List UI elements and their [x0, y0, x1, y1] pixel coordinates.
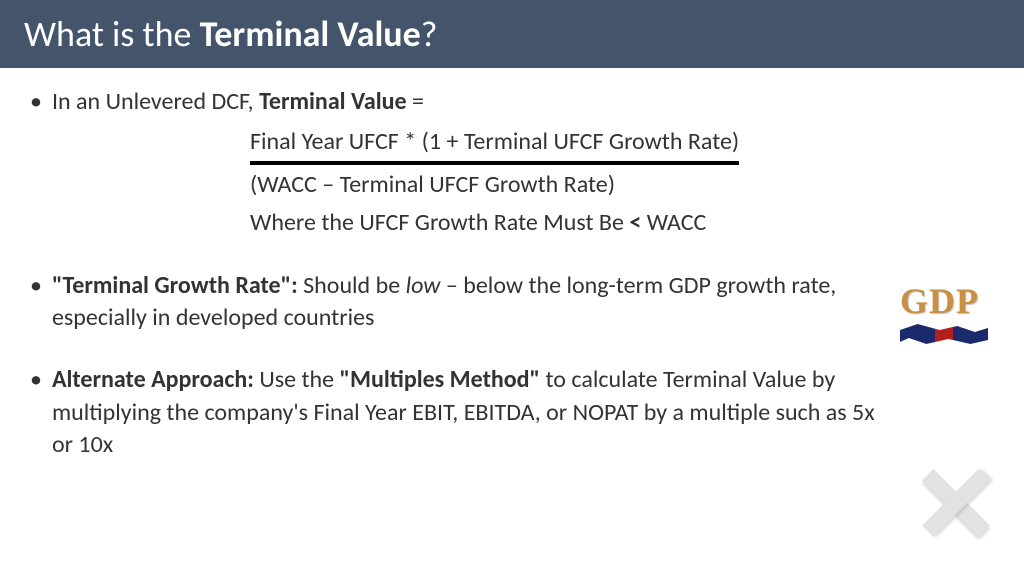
b2-pre: Should be — [298, 271, 406, 300]
bullet-text-3: Alternate Approach: Use the "Multiples M… — [52, 364, 882, 461]
bullet-text-2: "Terminal Growth Rate": Should be low – … — [52, 270, 882, 335]
b1-prefix: In an Unlevered DCF, — [52, 87, 259, 116]
bullet-item-2: • "Terminal Growth Rate": Should be low … — [30, 270, 994, 335]
slide-title: What is the Terminal Value? — [0, 0, 1024, 68]
bullet-dot: • — [30, 270, 42, 335]
b1-bold: Terminal Value — [259, 87, 406, 116]
b3-bold2: "Multiples Method" — [340, 365, 541, 394]
gdp-icon: GDP — [900, 280, 996, 350]
title-emphasis: Terminal Value — [200, 12, 421, 56]
constraint-post: WACC — [641, 208, 706, 237]
b1-suffix: = — [407, 87, 424, 116]
bullet-item-3: • Alternate Approach: Use the "Multiples… — [30, 364, 994, 461]
b2-bold: "Terminal Growth Rate": — [52, 271, 298, 300]
bullet-dot: • — [30, 86, 42, 118]
gdp-flag-graphic — [900, 324, 988, 344]
constraint-op: < — [629, 208, 641, 237]
terminal-value-formula: Final Year UFCF * (1 + Terminal UFCF Gro… — [250, 126, 994, 239]
title-prefix: What is the — [24, 12, 200, 56]
b3-t1: Use the — [254, 365, 340, 394]
bullet-dot: • — [30, 364, 42, 461]
b3-bold1: Alternate Approach: — [52, 365, 254, 394]
gdp-label: GDP — [900, 280, 996, 322]
b2-italic: low — [406, 271, 441, 300]
formula-constraint: Where the UFCF Growth Rate Must Be < WAC… — [250, 207, 994, 239]
multiply-x-icon — [922, 469, 990, 537]
constraint-pre: Where the UFCF Growth Rate Must Be — [250, 208, 629, 237]
title-suffix: ? — [421, 12, 438, 56]
bullet-text-1: In an Unlevered DCF, Terminal Value = — [52, 86, 994, 118]
formula-numerator: Final Year UFCF * (1 + Terminal UFCF Gro… — [250, 126, 739, 164]
slide-body: • In an Unlevered DCF, Terminal Value = … — [0, 68, 1024, 488]
bullet-item-1: • In an Unlevered DCF, Terminal Value = — [30, 86, 994, 118]
formula-denominator: (WACC – Terminal UFCF Growth Rate) — [250, 169, 994, 201]
